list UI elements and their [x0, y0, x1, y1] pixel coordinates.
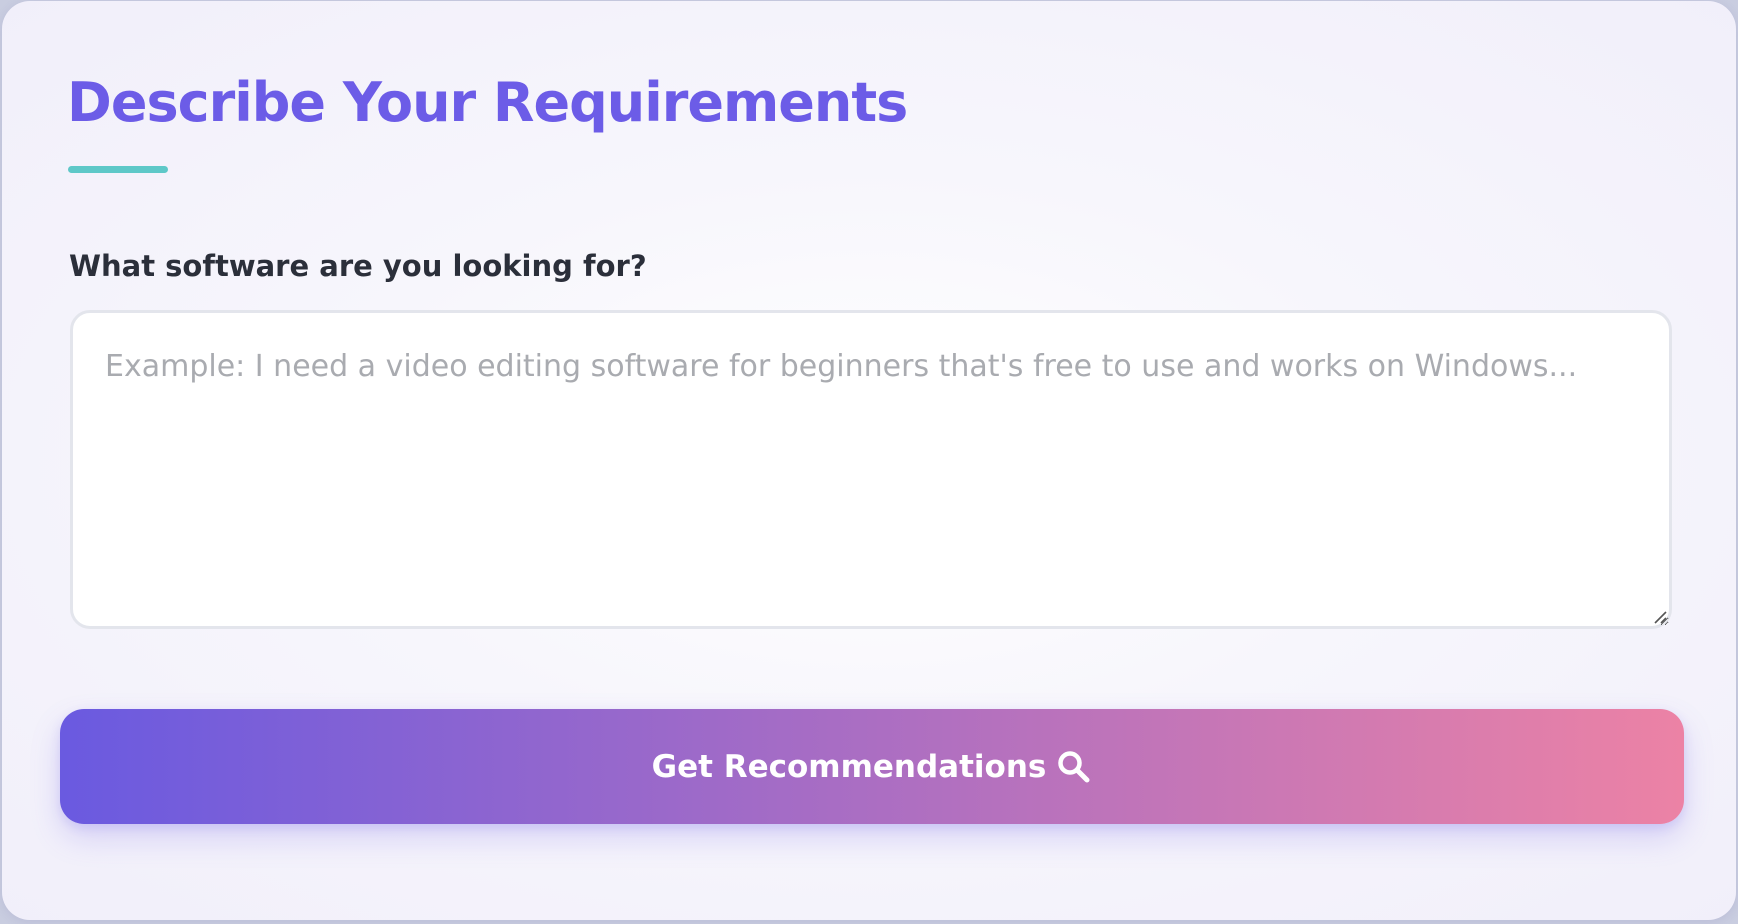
requirements-card: Describe Your Requirements What software…: [2, 1, 1736, 920]
requirements-textarea[interactable]: [70, 310, 1672, 629]
question-label: What software are you looking for?: [69, 249, 647, 283]
get-recommendations-label: Get Recommendations: [651, 748, 1047, 785]
page-title: Describe Your Requirements: [67, 71, 908, 134]
search-icon: [1056, 749, 1092, 785]
get-recommendations-button[interactable]: Get Recommendations: [60, 709, 1684, 824]
title-underline: [68, 166, 168, 173]
